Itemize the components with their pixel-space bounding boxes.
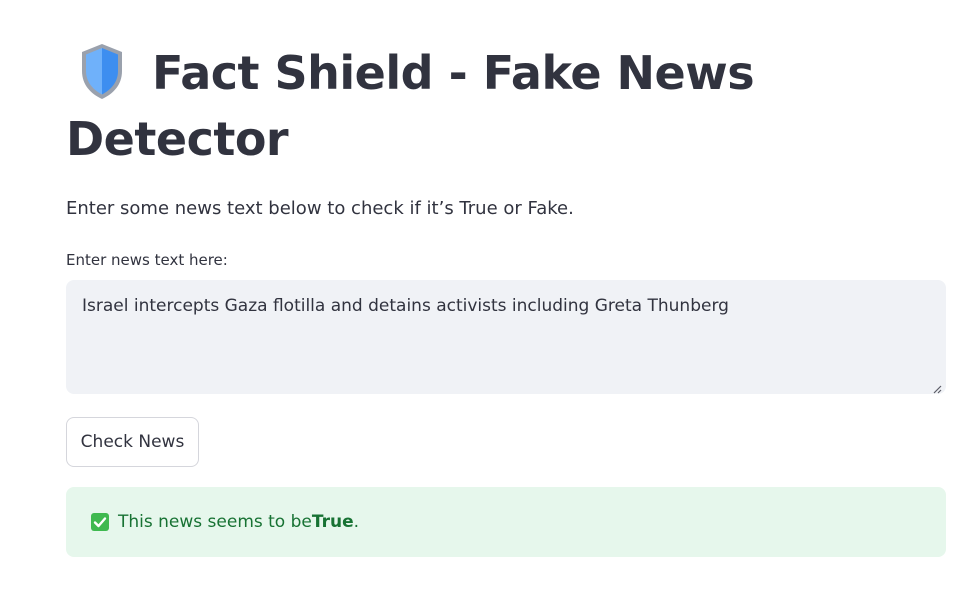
result-verdict: True	[311, 512, 354, 532]
app-page: Fact Shield - Fake News Detector Enter s…	[0, 0, 976, 608]
page-title: Fact Shield - Fake News Detector	[66, 40, 766, 172]
shield-icon	[78, 41, 126, 101]
result-prefix: This news seems to be	[118, 512, 312, 532]
intro-text: Enter some news text below to check if i…	[66, 198, 574, 219]
page-title-text: Fact Shield - Fake News Detector	[66, 46, 755, 166]
news-text-label: Enter news text here:	[66, 251, 228, 269]
result-suffix: .	[353, 512, 360, 532]
news-text-input[interactable]: Israel intercepts Gaza flotilla and deta…	[66, 280, 946, 394]
result-success-alert: This news seems to be True.	[66, 487, 946, 557]
check-news-button[interactable]: Check News	[66, 417, 199, 467]
resize-handle-icon[interactable]	[932, 384, 942, 394]
check-mark-button-icon	[90, 512, 110, 532]
